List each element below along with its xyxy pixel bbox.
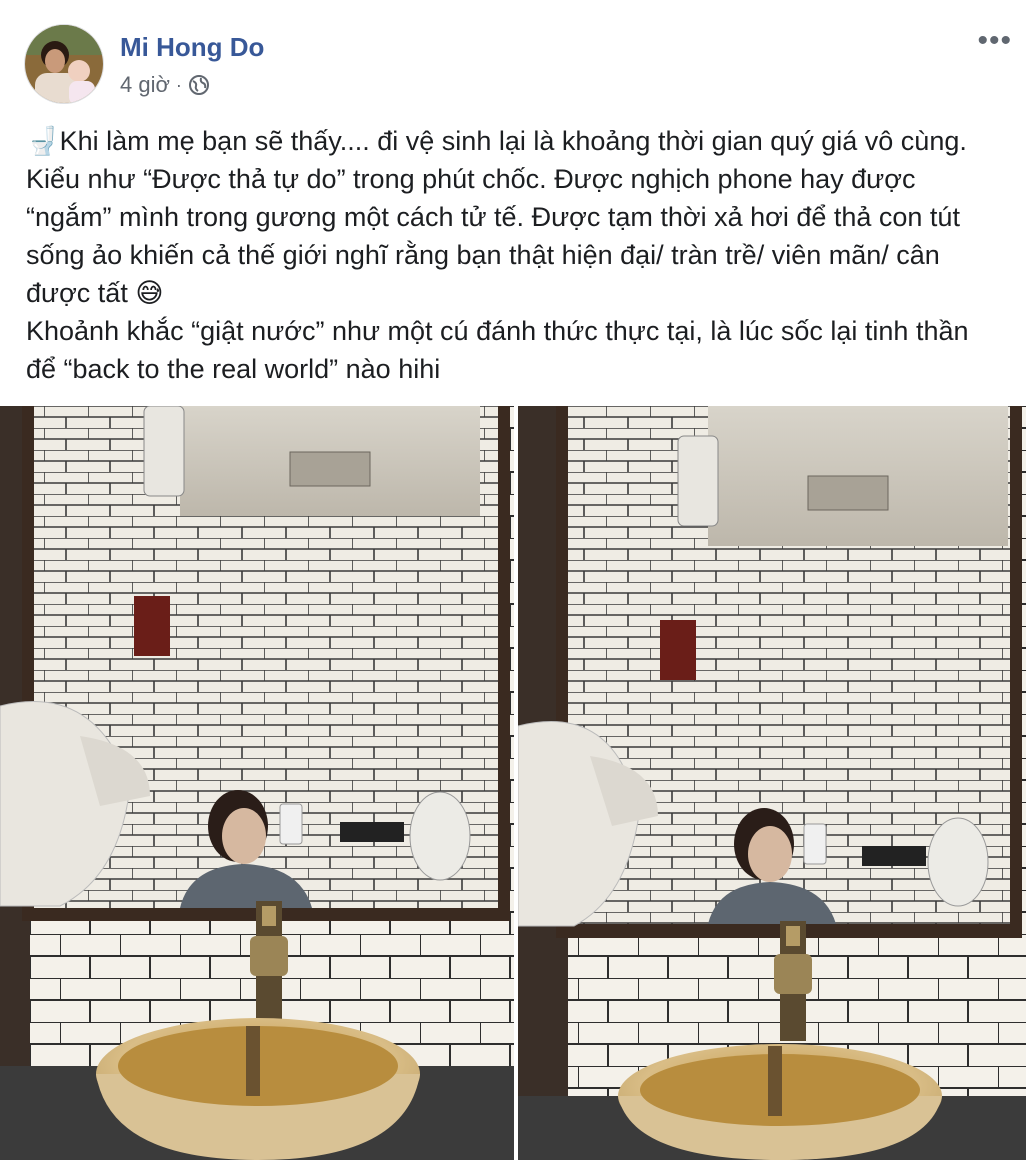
post-paragraph-1: 🚽Khi làm mẹ bạn sẽ thấy.... đi vệ sinh l…	[26, 122, 1001, 312]
more-dots-icon[interactable]: •••	[977, 26, 1012, 56]
post-header: Mi Hong Do 4 giờ · •••	[24, 24, 1011, 108]
meta-separator: ·	[175, 74, 182, 95]
post-time[interactable]: 4 giờ	[120, 72, 170, 98]
post-paragraph-2: Khoảnh khắc “giật nước” như một cú đánh …	[26, 316, 969, 384]
facebook-post: Mi Hong Do 4 giờ · ••• 🚽Khi làm mẹ bạn s…	[0, 0, 1026, 1160]
toilet-emoji: 🚽	[26, 126, 60, 156]
author-name[interactable]: Mi Hong Do	[120, 32, 264, 63]
avatar-image	[25, 25, 103, 103]
avatar[interactable]	[24, 24, 104, 104]
post-meta: 4 giờ ·	[120, 72, 210, 98]
photo-1[interactable]	[0, 406, 514, 1160]
paragraph-1-text: Khi làm mẹ bạn sẽ thấy.... đi vệ sinh lạ…	[26, 126, 967, 308]
photo-2[interactable]	[518, 406, 1026, 1160]
photo-grid	[0, 406, 1026, 1160]
globe-icon[interactable]	[188, 74, 210, 96]
sweat-smile-emoji: 😅	[135, 278, 164, 308]
post-text: 🚽Khi làm mẹ bạn sẽ thấy.... đi vệ sinh l…	[26, 122, 1001, 388]
bathroom-selfie-image	[518, 406, 1026, 1160]
bathroom-selfie-image	[0, 406, 514, 1160]
